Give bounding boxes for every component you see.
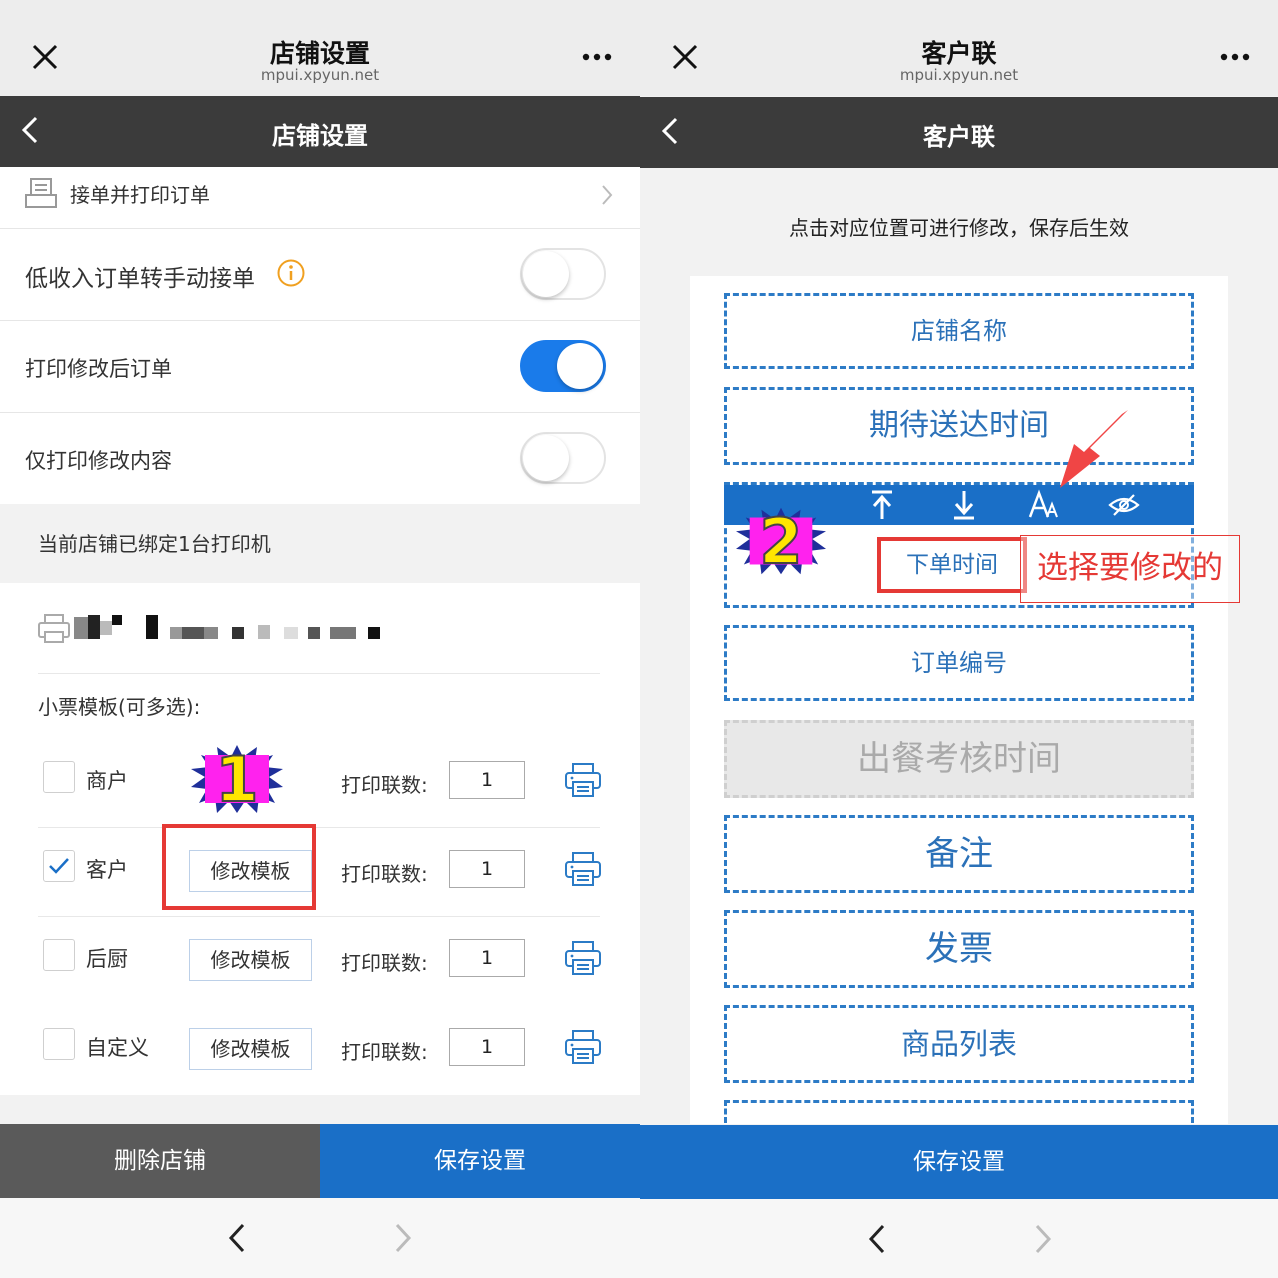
template-section-label: 小票模板(可多选): [38, 695, 201, 719]
nav-forward-icon[interactable] [392, 1222, 414, 1254]
page-title: 客户联 [921, 39, 997, 68]
field-order-number[interactable]: 订单编号 [724, 625, 1194, 701]
low-income-toggle[interactable] [520, 248, 606, 300]
step-number: 1 [214, 742, 259, 817]
customer-receipt-panel: 客户联 mpui.xpyun.net 客户联 点击对应位置可进行修改，保存后生效… [640, 0, 1278, 1278]
step-number: 2 [758, 504, 803, 579]
chevron-right-icon [602, 185, 613, 205]
template-row-merchant: 商户 打印联数: 1 [38, 739, 602, 828]
bound-printer-text: 当前店铺已绑定1台打印机 [38, 532, 271, 556]
more-icon[interactable] [1220, 52, 1250, 62]
template-row-kitchen: 后厨 修改模板 打印联数: 1 [38, 917, 602, 1006]
highlight-box [162, 824, 316, 910]
page-domain: mpui.xpyun.net [260, 66, 380, 84]
copies-label: 打印联数: [341, 862, 428, 886]
template-name: 客户 [86, 858, 128, 882]
wechat-top-bar: 店铺设置 mpui.xpyun.net [0, 0, 640, 96]
header-title: 客户联 [923, 123, 995, 151]
nav-back-icon[interactable] [866, 1223, 888, 1255]
low-income-row: 低收入订单转手动接单 [0, 229, 640, 321]
nav-forward-icon[interactable] [1032, 1223, 1054, 1255]
save-settings-button[interactable]: 保存设置 [320, 1124, 640, 1198]
copies-label: 打印联数: [341, 773, 428, 797]
printer-order-icon [25, 178, 57, 208]
copies-input[interactable]: 1 [449, 850, 525, 888]
field-store-name[interactable]: 店铺名称 [724, 293, 1194, 369]
printer-name-redacted [74, 615, 394, 641]
print-icon[interactable] [564, 939, 602, 977]
kitchen-checkbox[interactable] [43, 939, 75, 971]
app-header: 店铺设置 [0, 96, 640, 167]
step-badge-1: 1 [191, 742, 283, 817]
step-badge-2: 2 [736, 504, 826, 579]
wechat-top-bar: 客户联 mpui.xpyun.net [640, 0, 1278, 96]
copies-input[interactable]: 1 [449, 1028, 525, 1066]
print-modified-only-label: 仅打印修改内容 [25, 449, 172, 473]
print-modified-only-toggle[interactable] [520, 432, 606, 484]
receive-print-row[interactable]: 接单并打印订单 [0, 167, 640, 229]
divider [38, 673, 600, 674]
receive-print-label: 接单并打印订单 [70, 183, 210, 207]
print-modified-row: 打印修改后订单 [0, 321, 640, 413]
annotation-arrow-icon [1060, 410, 1128, 488]
template-name: 商户 [86, 769, 128, 793]
store-settings-panel: 店铺设置 mpui.xpyun.net 店铺设置 接单并打印订单 低收入订单转手… [0, 0, 640, 1278]
field-order-time[interactable]: 下单时间 [877, 537, 1027, 593]
edit-template-button[interactable]: 修改模板 [189, 1028, 312, 1070]
page-title: 店铺设置 [269, 39, 370, 68]
toggle-knob [523, 251, 569, 297]
low-income-label: 低收入订单转手动接单 [25, 266, 255, 292]
copies-input[interactable]: 1 [449, 939, 525, 977]
instruction-text: 点击对应位置可进行修改，保存后生效 [789, 216, 1129, 240]
field-remark[interactable]: 备注 [724, 815, 1194, 893]
print-modified-label: 打印修改后订单 [25, 357, 172, 381]
toggle-knob [557, 343, 603, 389]
copies-input[interactable]: 1 [449, 761, 525, 799]
template-row-customer: 客户 修改模板 打印联数: 1 [38, 828, 602, 917]
print-modified-toggle[interactable] [520, 340, 606, 392]
template-name: 自定义 [86, 1036, 149, 1060]
merchant-checkbox[interactable] [43, 761, 75, 793]
hide-eye-icon[interactable] [1108, 491, 1140, 519]
header-title: 店铺设置 [272, 122, 368, 150]
customer-checkbox[interactable] [43, 850, 75, 882]
toggle-knob [523, 435, 569, 481]
info-icon[interactable] [276, 258, 306, 288]
move-down-icon[interactable] [950, 489, 978, 521]
print-icon[interactable] [564, 761, 602, 799]
field-invoice[interactable]: 发票 [724, 910, 1194, 988]
print-modified-only-row: 仅打印修改内容 [0, 413, 640, 504]
bound-printer-section: 当前店铺已绑定1台打印机 [0, 504, 640, 583]
annotation-label: 选择要修改的 [1020, 535, 1240, 603]
page-domain: mpui.xpyun.net [899, 66, 1019, 84]
font-size-icon[interactable] [1028, 489, 1060, 521]
save-settings-button[interactable]: 保存设置 [640, 1125, 1278, 1199]
more-icon[interactable] [582, 52, 612, 62]
copies-label: 打印联数: [341, 951, 428, 975]
copies-label: 打印联数: [341, 1040, 428, 1064]
app-header: 客户联 [640, 97, 1278, 168]
checkmark-icon [49, 858, 69, 874]
printer-icon [38, 614, 70, 643]
move-top-icon[interactable] [868, 489, 896, 521]
nav-back-icon[interactable] [226, 1222, 248, 1254]
receipt-template-card: 店铺名称 期待送达时间 下单时间 订单编号 出餐考核时间 备注 发票 商品列表 [690, 276, 1228, 1140]
delete-store-button[interactable]: 删除店铺 [0, 1124, 320, 1198]
print-icon[interactable] [564, 850, 602, 888]
field-meal-check-time[interactable]: 出餐考核时间 [724, 720, 1194, 798]
edit-template-button[interactable]: 修改模板 [189, 939, 312, 981]
field-product-list[interactable]: 商品列表 [724, 1005, 1194, 1083]
custom-checkbox[interactable] [43, 1028, 75, 1060]
print-icon[interactable] [564, 1028, 602, 1066]
browser-nav-bar [640, 1199, 1278, 1278]
browser-nav-bar [0, 1198, 640, 1278]
template-row-custom: 自定义 修改模板 打印联数: 1 [38, 1006, 602, 1095]
template-name: 后厨 [86, 947, 128, 971]
